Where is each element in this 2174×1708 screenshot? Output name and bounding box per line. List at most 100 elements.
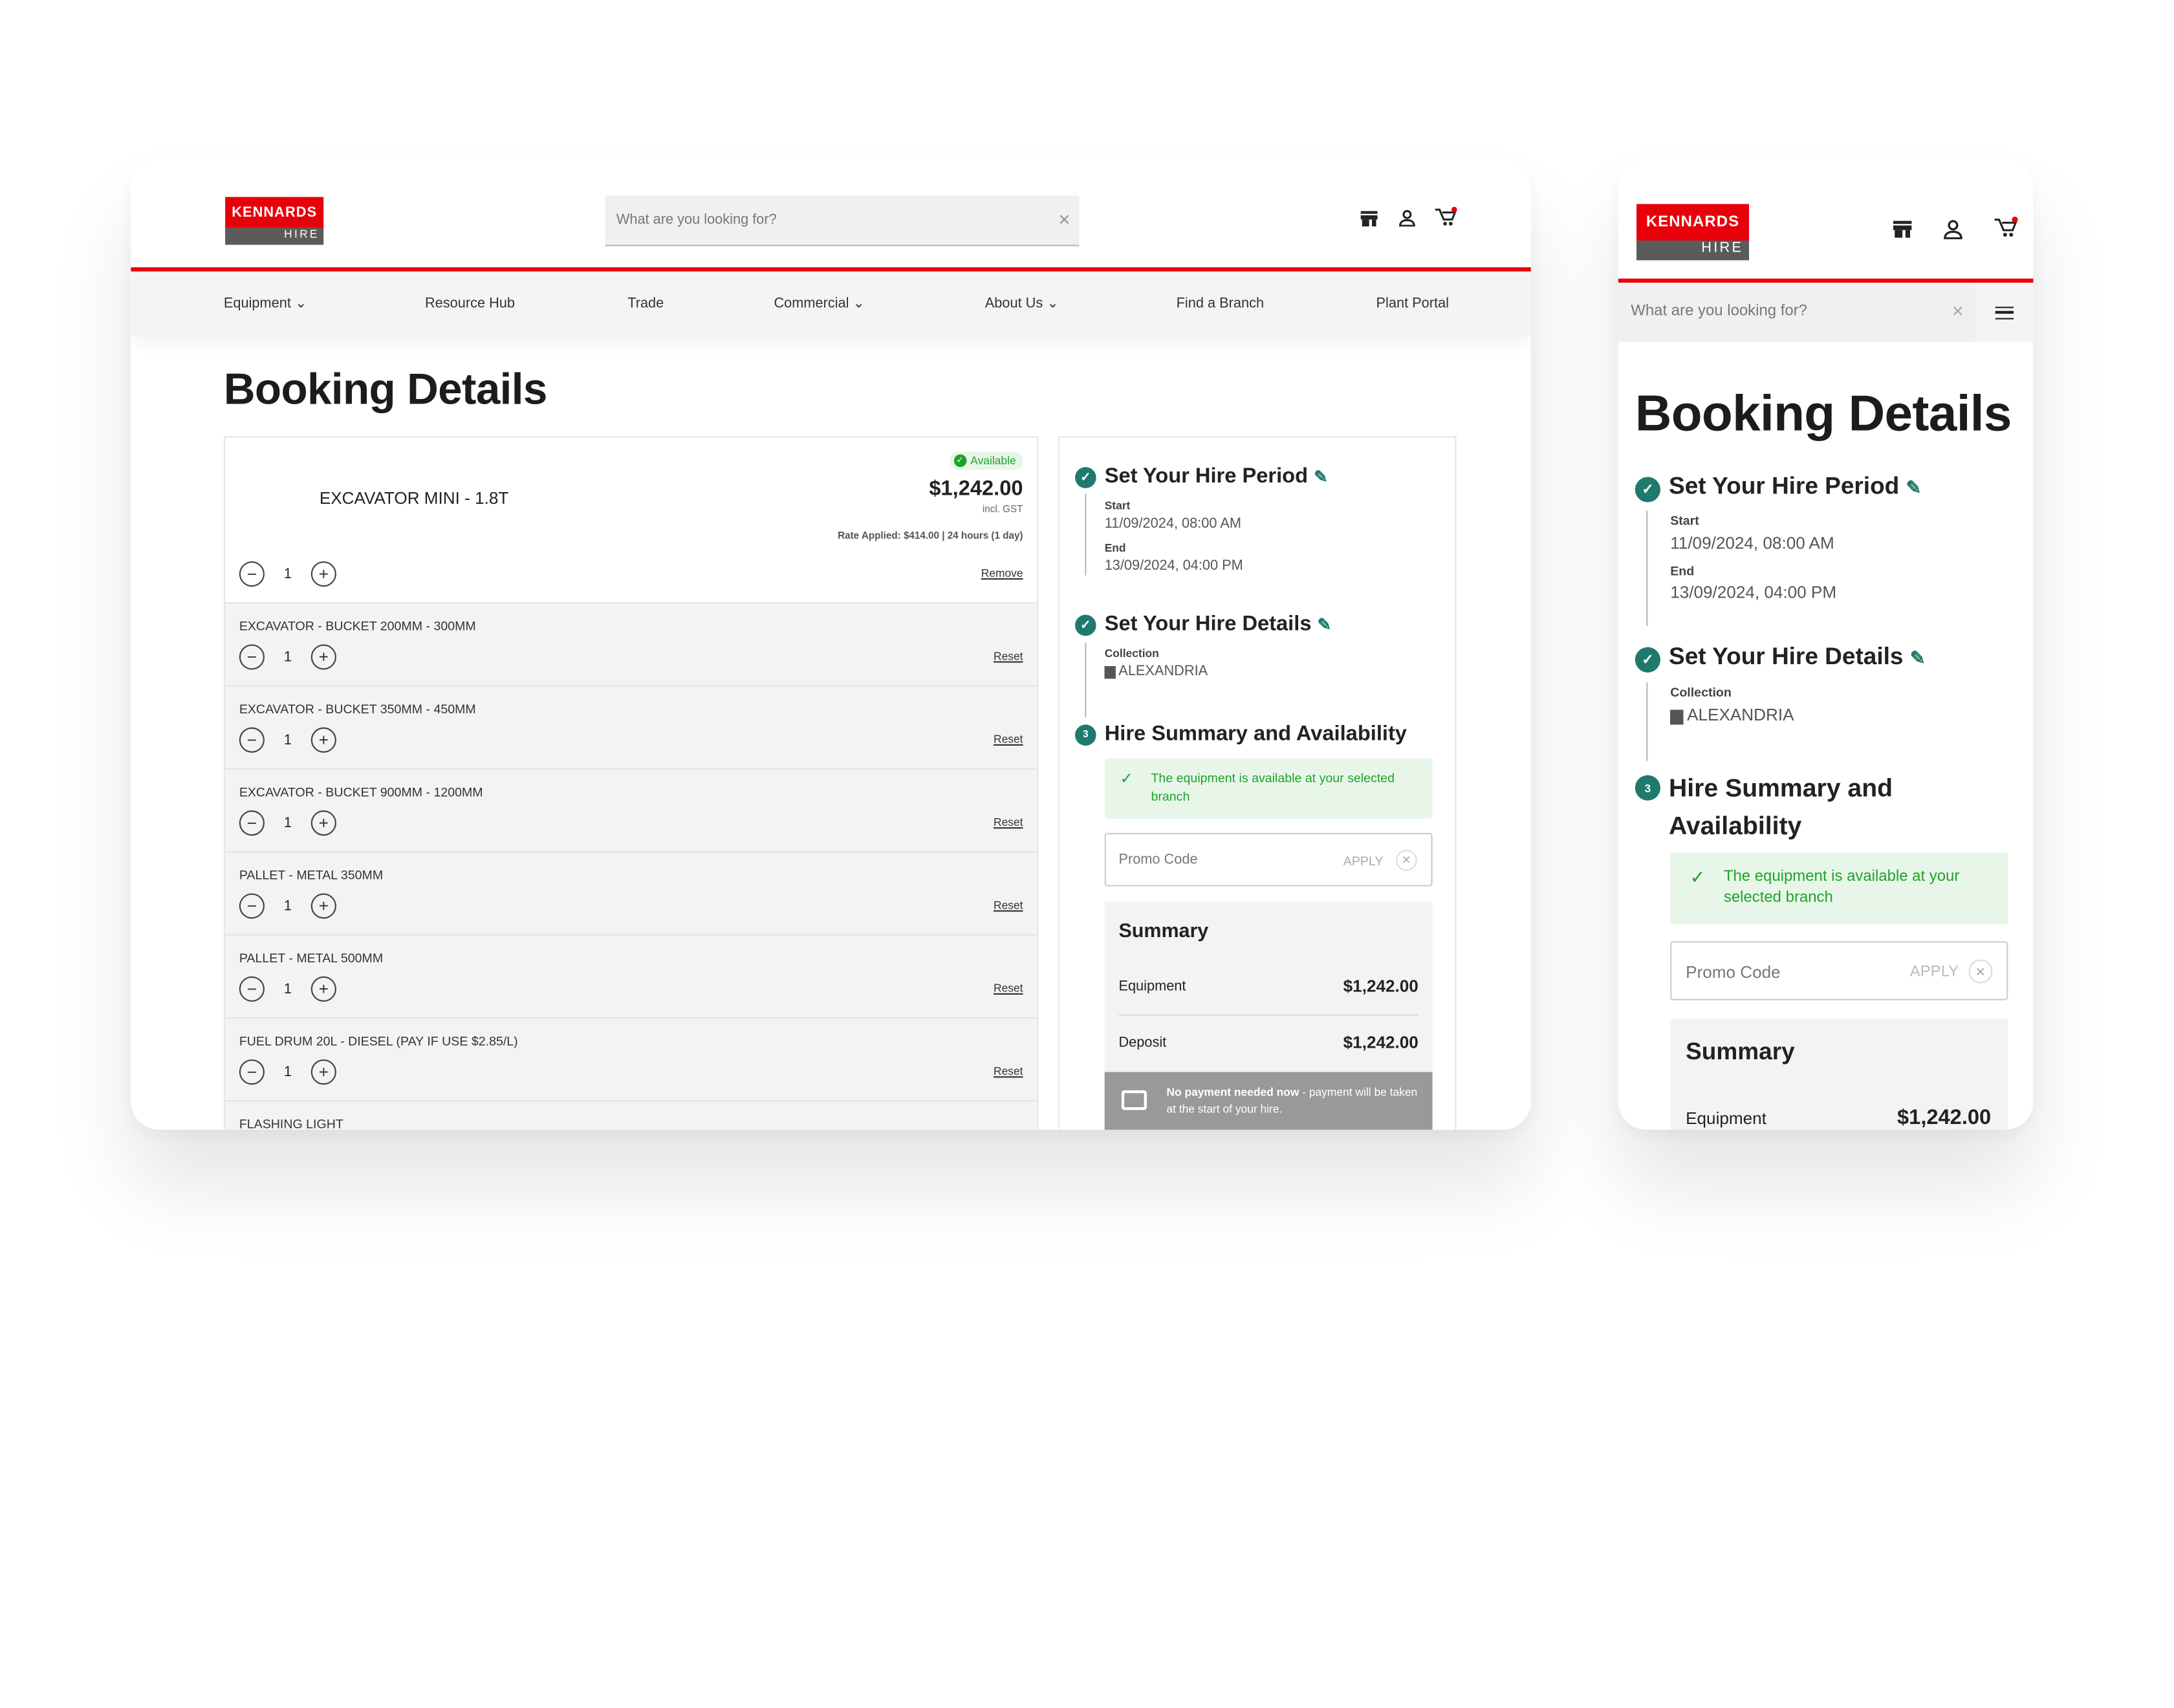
edit-pencil-icon[interactable]: ✎ bbox=[1314, 467, 1328, 486]
decrease-button[interactable]: − bbox=[239, 810, 265, 836]
store-icon[interactable] bbox=[1359, 208, 1378, 228]
nav-about-us[interactable]: About Us ⌄ bbox=[985, 296, 1059, 311]
check-circle-icon: ✓ bbox=[1120, 771, 1133, 788]
addon-name: FLASHING LIGHT bbox=[239, 1117, 343, 1130]
reset-link[interactable]: Reset bbox=[994, 982, 1023, 995]
availability-message: ✓ The equipment is available at your sel… bbox=[1670, 852, 2008, 925]
increase-button[interactable]: + bbox=[310, 561, 336, 587]
remove-link[interactable]: Remove bbox=[981, 567, 1023, 580]
nav-plant-portal[interactable]: Plant Portal bbox=[1376, 296, 1449, 311]
reset-link[interactable]: Reset bbox=[994, 650, 1023, 663]
clear-promo-icon[interactable]: ✕ bbox=[1395, 849, 1417, 871]
tax-note: incl. GST bbox=[982, 504, 1023, 515]
increase-button[interactable]: + bbox=[310, 976, 336, 1002]
addon-row: PALLET - METAL 350MM −1 + Reset bbox=[225, 851, 1038, 935]
search-input[interactable]: What are you looking for? ✕ bbox=[605, 195, 1080, 246]
cart-icon[interactable] bbox=[1992, 215, 2019, 238]
clear-search-icon[interactable]: ✕ bbox=[1951, 303, 1964, 321]
step-summary-title: Hire Summary and Availability bbox=[1669, 773, 1893, 840]
decrease-button[interactable]: − bbox=[239, 727, 265, 753]
search-input[interactable]: What are you looking for? ✕ bbox=[1618, 283, 1976, 342]
menu-button[interactable] bbox=[1975, 283, 2034, 342]
increase-button[interactable]: + bbox=[310, 644, 336, 670]
branch-name: ▆ ALEXANDRIA bbox=[1104, 664, 1208, 680]
decrease-button[interactable]: − bbox=[239, 893, 265, 919]
nav-trade[interactable]: Trade bbox=[627, 296, 664, 311]
item-price: $1,242.00 bbox=[929, 477, 1023, 501]
step-complete-icon: ✓ bbox=[1635, 647, 1660, 673]
step-hire-details-title: Set Your Hire Details ✎ bbox=[1104, 612, 1332, 636]
step-hire-details-title: Set Your Hire Details ✎ bbox=[1669, 643, 1926, 670]
reset-link[interactable]: Reset bbox=[994, 1065, 1023, 1078]
quantity-stepper: −1 + bbox=[239, 976, 336, 1002]
desktop-view: KENNARDS HIRE What are you looking for? … bbox=[131, 158, 1531, 1130]
page-title: Booking Details bbox=[1635, 384, 2012, 442]
start-date: 11/09/2024, 08:00 AM bbox=[1104, 516, 1241, 532]
step-hire-period-title: Set Your Hire Period ✎ bbox=[1104, 464, 1328, 488]
equipment-total: $1,242.00 bbox=[1343, 976, 1419, 997]
end-date: 13/09/2024, 04:00 PM bbox=[1104, 558, 1243, 574]
increase-button[interactable]: + bbox=[310, 1059, 336, 1085]
nav-resource-hub[interactable]: Resource Hub bbox=[425, 296, 515, 311]
apply-button[interactable]: APPLY bbox=[1343, 854, 1384, 868]
addon-name: PALLET - METAL 350MM bbox=[239, 868, 384, 882]
nav-equipment[interactable]: Equipment ⌄ bbox=[224, 296, 307, 311]
nav-commercial[interactable]: Commercial ⌄ bbox=[774, 296, 864, 311]
edit-pencil-icon[interactable]: ✎ bbox=[1318, 615, 1332, 634]
addon-row: FUEL DRUM 20L - DIESEL (PAY IF USE $2.85… bbox=[225, 1017, 1038, 1101]
addon-row: FLASHING LIGHT bbox=[225, 1100, 1038, 1130]
main-nav: Equipment ⌄ Resource Hub Trade Commercia… bbox=[131, 271, 1531, 335]
edit-pencil-icon[interactable]: ✎ bbox=[1910, 647, 1926, 669]
hamburger-icon bbox=[1995, 306, 2014, 319]
rate-applied: Rate Applied: $414.00 | 24 hours (1 day) bbox=[838, 532, 1023, 542]
reset-link[interactable]: Reset bbox=[994, 816, 1023, 829]
quantity-stepper: −1 + bbox=[239, 1059, 336, 1085]
step-complete-icon: ✓ bbox=[1075, 467, 1096, 488]
clear-promo-icon[interactable]: ✕ bbox=[1968, 959, 1993, 984]
kennards-logo[interactable]: KENNARDS HIRE bbox=[225, 197, 324, 245]
decrease-button[interactable]: − bbox=[239, 644, 265, 670]
user-icon[interactable] bbox=[1942, 218, 1963, 239]
deposit-total: $1,242.00 bbox=[1343, 1032, 1419, 1053]
cart-icon[interactable] bbox=[1433, 206, 1458, 228]
addon-name: EXCAVATOR - BUCKET 200MM - 300MM bbox=[239, 619, 476, 633]
payment-note: No payment needed now - payment will be … bbox=[1104, 1072, 1433, 1130]
decrease-button[interactable]: − bbox=[239, 561, 265, 587]
quantity-stepper: − 1 + bbox=[239, 561, 336, 587]
nav-find-a-branch[interactable]: Find a Branch bbox=[1177, 296, 1264, 311]
apply-button[interactable]: APPLY bbox=[1910, 964, 1959, 980]
store-icon[interactable] bbox=[1891, 218, 1913, 239]
promo-code-input[interactable]: Promo Code APPLY ✕ bbox=[1104, 832, 1433, 887]
addon-row: EXCAVATOR - BUCKET 900MM - 1200MM −1 + Rese… bbox=[225, 768, 1038, 852]
decrease-button[interactable]: − bbox=[239, 976, 265, 1002]
increase-button[interactable]: + bbox=[310, 810, 336, 836]
store-icon: ▆ bbox=[1670, 704, 1684, 725]
addon-name: FUEL DRUM 20L - DIESEL (PAY IF USE $2.85… bbox=[239, 1033, 518, 1048]
addon-row: PALLET - METAL 500MM −1 + Reset bbox=[225, 934, 1038, 1017]
addon-name: EXCAVATOR - BUCKET 900MM - 1200MM bbox=[239, 784, 483, 799]
availability-message: ✓ The equipment is available at your sel… bbox=[1104, 758, 1433, 819]
page-title: Booking Details bbox=[223, 364, 547, 414]
addon-name: PALLET - METAL 500MM bbox=[239, 951, 384, 966]
store-icon: ▆ bbox=[1104, 664, 1116, 680]
increase-button[interactable]: + bbox=[310, 727, 336, 753]
step-number-icon: 3 bbox=[1635, 775, 1660, 801]
edit-pencil-icon[interactable]: ✎ bbox=[1906, 477, 1922, 498]
quantity-stepper: −1 + bbox=[239, 810, 336, 836]
availability-badge: ✓ Available bbox=[949, 451, 1023, 470]
clear-search-icon[interactable]: ✕ bbox=[1058, 211, 1071, 229]
decrease-button[interactable]: − bbox=[239, 1059, 265, 1085]
item-name: EXCAVATOR MINI - 1.8T bbox=[319, 488, 509, 508]
addon-name: EXCAVATOR - BUCKET 350MM - 450MM bbox=[239, 702, 476, 717]
quantity-stepper: −1 + bbox=[239, 644, 336, 670]
kennards-logo[interactable]: KENNARDS HIRE bbox=[1636, 204, 1750, 261]
reset-link[interactable]: Reset bbox=[994, 899, 1023, 912]
user-icon[interactable] bbox=[1397, 208, 1417, 228]
promo-code-input[interactable]: Promo Code APPLY ✕ bbox=[1670, 941, 2008, 1000]
check-circle-icon: ✓ bbox=[953, 454, 966, 468]
wallet-icon bbox=[1121, 1090, 1147, 1110]
equipment-list: ✓ Available EXCAVATOR MINI - 1.8T $1,242… bbox=[223, 436, 1039, 1130]
increase-button[interactable]: + bbox=[310, 893, 336, 919]
reset-link[interactable]: Reset bbox=[994, 733, 1023, 746]
step-number-icon: 3 bbox=[1075, 724, 1096, 746]
